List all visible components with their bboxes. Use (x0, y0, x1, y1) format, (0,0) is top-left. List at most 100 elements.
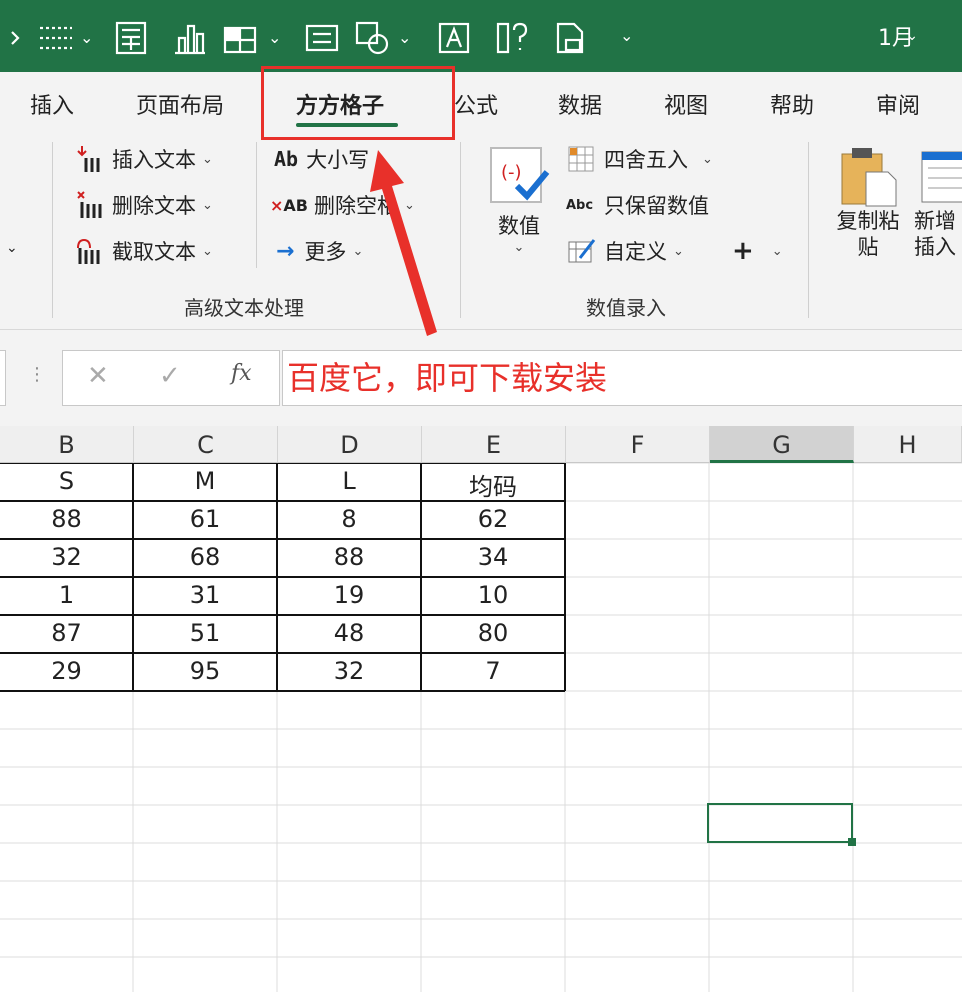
table-cell[interactable]: 32 (0, 543, 133, 571)
fill-handle[interactable] (848, 838, 856, 846)
column-header-h[interactable]: H (854, 426, 962, 463)
table-cell[interactable]: 均码 (421, 467, 565, 502)
round-button[interactable]: 四舍五入 ⌄ (566, 144, 713, 174)
tab-insert[interactable]: 插入 (30, 88, 74, 120)
chevron-down-icon: ⌄ (702, 151, 713, 167)
chevron-down-icon: ⌄ (202, 151, 213, 167)
function-icon[interactable]: fx (231, 361, 252, 386)
chevron-down-icon[interactable]: ⌄ (398, 28, 411, 47)
dots-grid-icon[interactable] (38, 18, 74, 58)
table-cell[interactable]: 87 (0, 619, 133, 647)
formula-input[interactable]: 百度它，即可下载安装 (282, 350, 962, 406)
chevron-down-icon: ⌄ (202, 243, 213, 259)
table-cell[interactable]: 68 (133, 543, 277, 571)
table-cell[interactable]: 95 (133, 657, 277, 685)
table-cell[interactable]: 19 (277, 581, 421, 609)
bar-chart-icon[interactable] (172, 18, 208, 58)
table-cell[interactable]: 8 (277, 505, 421, 533)
delete-text-button[interactable]: 删除文本 ⌄ (74, 190, 213, 220)
delete-space-button[interactable]: ×AB 删除空格 ⌄ (270, 190, 415, 220)
keep-value-label: 只保留数值 (604, 194, 709, 218)
column-header-c[interactable]: C (134, 426, 278, 463)
tab-review[interactable]: 审阅 (876, 88, 920, 120)
shape-icon[interactable] (354, 18, 394, 58)
more-label: 更多 (304, 240, 347, 264)
value-button[interactable]: (-) 数值 ⌄ (484, 144, 554, 274)
arrow-right-icon: → (276, 238, 295, 264)
text-group-label: 高级文本处理 (184, 296, 304, 320)
selected-cell[interactable] (707, 803, 853, 843)
insert-text-button[interactable]: 插入文本 ⌄ (74, 144, 213, 174)
ribbon-separator (256, 142, 257, 268)
change-case-label: 大小写 (306, 148, 370, 172)
table-cell[interactable]: 80 (421, 619, 565, 647)
tab-view[interactable]: 视图 (664, 88, 708, 120)
table-cell[interactable]: M (133, 467, 277, 495)
column-header-g[interactable]: G (710, 426, 854, 463)
table-cell[interactable]: S (0, 467, 133, 495)
copy-paste-button[interactable]: 复制粘贴 (830, 144, 906, 260)
abc-icon: Abc (566, 197, 594, 213)
calculator-icon[interactable] (114, 18, 148, 58)
round-label: 四舍五入 (604, 148, 688, 172)
chevron-down-icon[interactable]: ⌄ (906, 28, 918, 44)
extract-text-button[interactable]: 截取文本 ⌄ (74, 236, 213, 266)
table-cell[interactable]: L (277, 467, 421, 495)
table-cell[interactable]: 51 (133, 619, 277, 647)
document-lock-icon[interactable] (552, 18, 588, 58)
column-header-d[interactable]: D (278, 426, 422, 463)
cancel-icon[interactable]: ✕ (87, 361, 109, 391)
column-header-b[interactable]: B (0, 426, 134, 463)
chevron-down-icon[interactable]: ⌄ (268, 28, 281, 47)
extract-text-icon (77, 238, 100, 264)
keep-value-button[interactable]: Abc 只保留数值 (566, 190, 709, 220)
table-cell[interactable]: 31 (133, 581, 277, 609)
table-cell[interactable]: 62 (421, 505, 565, 533)
screen-capture-icon[interactable] (304, 18, 340, 58)
chevron-down-icon: ⌄ (352, 243, 364, 259)
table-cell[interactable]: 7 (421, 657, 565, 685)
insert-text-icon (77, 146, 100, 172)
column-header-e[interactable]: E (422, 426, 566, 463)
case-icon: Ab (274, 147, 299, 171)
value-label: 数值 (498, 214, 540, 238)
delete-space-icon: ×AB (270, 195, 308, 215)
ribbon-collapse-chevron-icon[interactable]: ⌄ (6, 240, 18, 256)
chevron-down-icon[interactable]: ⌄ (80, 28, 93, 47)
delete-space-label: 删除空格 (313, 194, 398, 218)
table-cell[interactable]: 1 (0, 581, 133, 609)
column-header-f[interactable]: F (566, 426, 710, 463)
ribbon-separator (52, 142, 53, 318)
insert-text-label: 插入文本 (112, 148, 196, 172)
table-cell[interactable]: 88 (277, 543, 421, 571)
table-cell[interactable]: 34 (421, 543, 565, 571)
chevron-down-icon: ⌄ (513, 240, 525, 255)
table-cell[interactable]: 48 (277, 619, 421, 647)
table-cell[interactable]: 29 (0, 657, 133, 685)
text-box-icon[interactable] (436, 18, 472, 58)
confirm-icon[interactable]: ✓ (159, 361, 181, 391)
value-group-label: 数值录入 (586, 296, 666, 320)
customize-toolbar-icon[interactable]: ⌄ (620, 26, 633, 45)
name-box[interactable] (0, 350, 6, 406)
add-button[interactable]: + ⌄ (732, 236, 783, 266)
tab-help[interactable]: 帮助 (770, 88, 814, 120)
more-button[interactable]: → 更多 ⌄ (276, 236, 363, 266)
table-cell[interactable]: 32 (277, 657, 421, 685)
new-insert-button[interactable]: 新增插入 (914, 144, 962, 260)
table-cell[interactable]: 10 (421, 581, 565, 609)
tab-data[interactable]: 数据 (558, 88, 602, 120)
quick-access-overflow-icon[interactable] (8, 18, 28, 58)
ribbon-separator (460, 142, 461, 318)
table-cell[interactable]: 88 (0, 505, 133, 533)
change-case-button[interactable]: Ab 大小写 ⌄ (274, 144, 386, 174)
round-icon (568, 146, 594, 172)
help-icon[interactable] (494, 18, 530, 58)
value-check-icon: (-) (490, 147, 550, 203)
table-insert-icon[interactable] (222, 18, 262, 58)
table-cell[interactable]: 61 (133, 505, 277, 533)
tab-formulas[interactable]: 公式 (454, 88, 498, 120)
custom-button[interactable]: 自定义 ⌄ (566, 236, 684, 266)
tab-page-layout[interactable]: 页面布局 (136, 88, 224, 120)
formula-bar-grip-icon: ⋮ (28, 364, 46, 385)
